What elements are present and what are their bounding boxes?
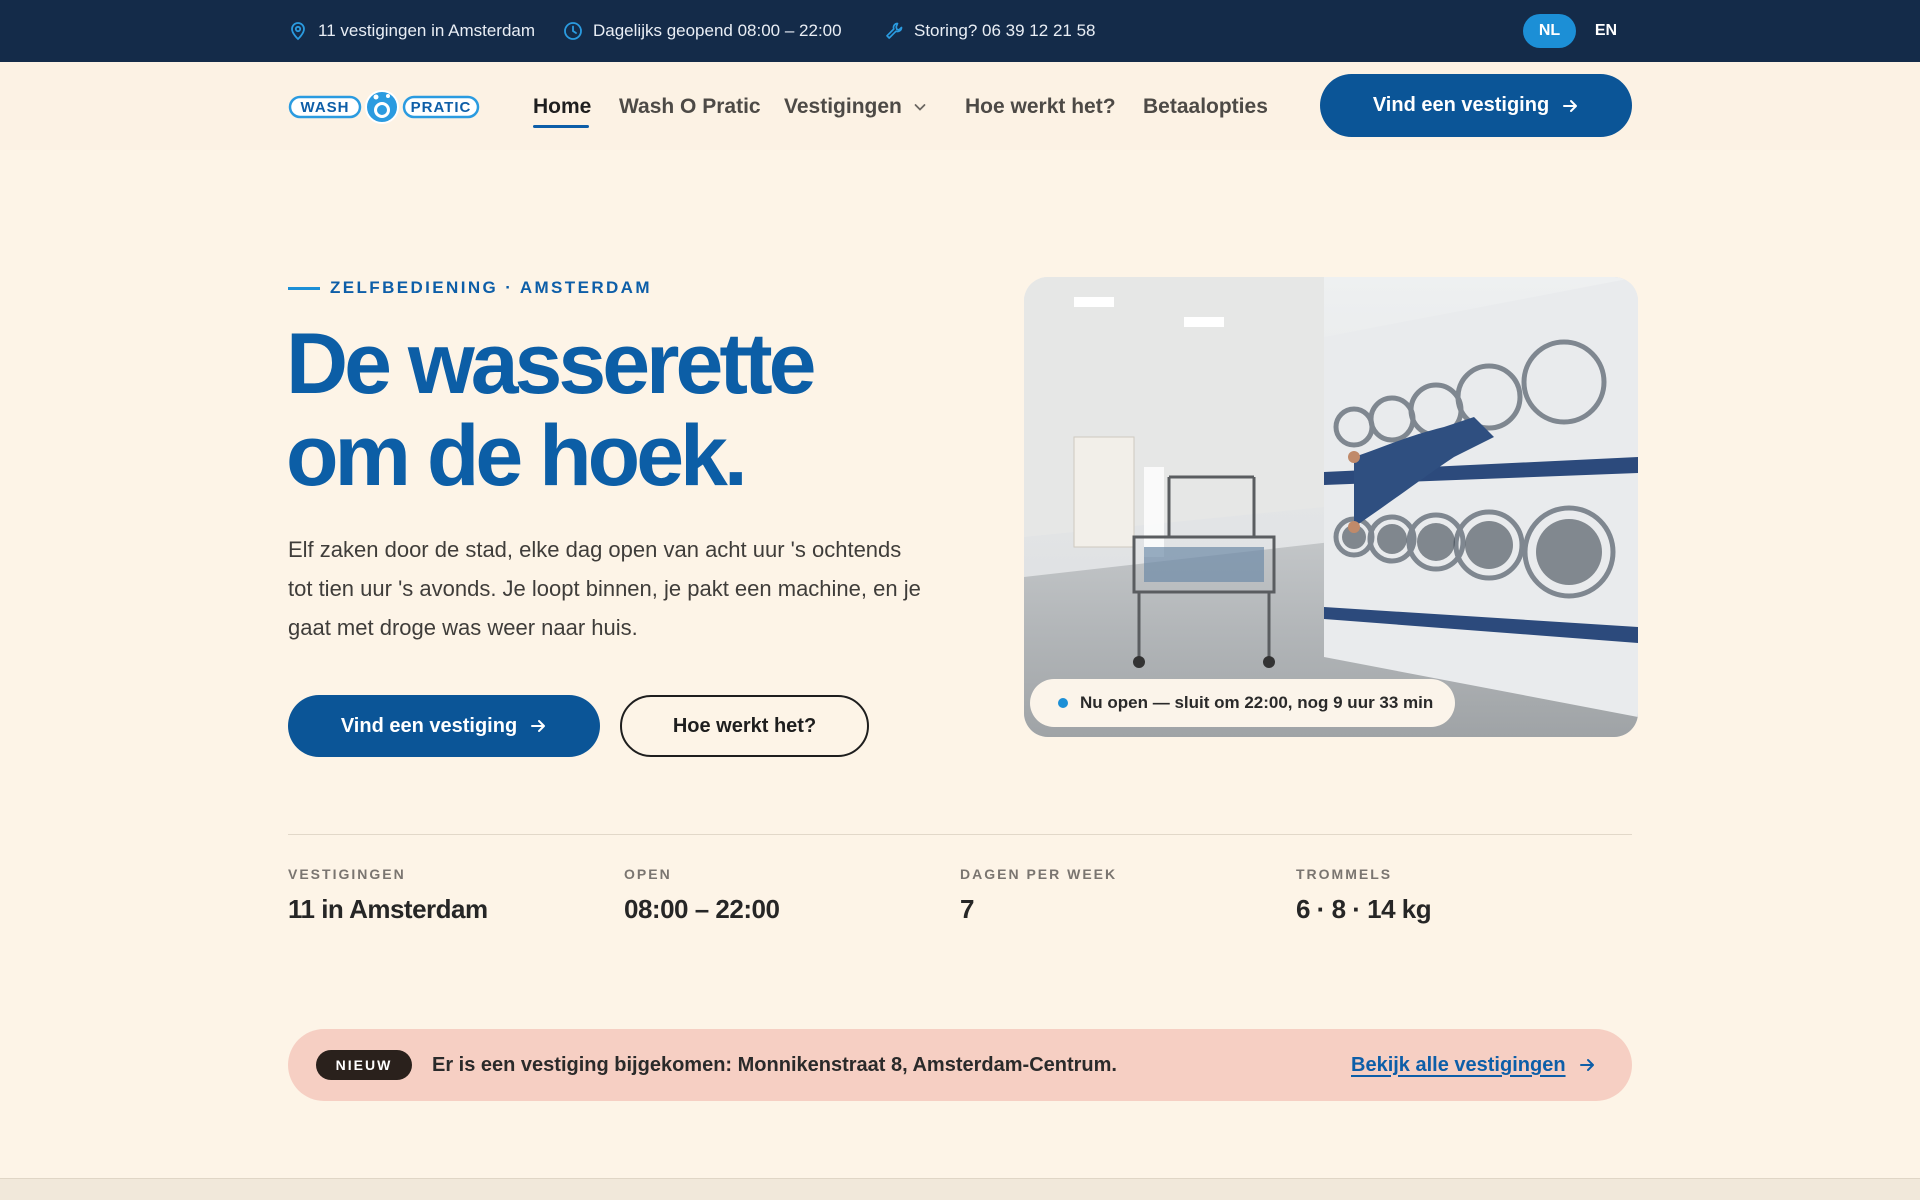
banner-link-label: Bekijk alle vestigingen <box>1351 1053 1566 1076</box>
hero-find-location-button[interactable]: Vind een vestiging <box>288 695 600 757</box>
stat-label: TROMMELS <box>1296 866 1393 882</box>
support-text: Storing? 06 39 12 21 58 <box>914 21 1096 40</box>
view-all-locations-link[interactable]: Bekijk alle vestigingen <box>1351 1029 1596 1101</box>
stat-days: DAGEN PER WEEK 7 <box>960 866 1280 925</box>
nav-vestigingen[interactable]: Vestigingen <box>784 90 928 124</box>
wash-o-pratic-logo[interactable]: WASH PRATIC <box>288 86 480 128</box>
stat-hours: OPEN 08:00 – 22:00 <box>624 866 944 925</box>
eyebrow-line <box>288 286 320 290</box>
logo-text-pratic: PRATIC <box>411 99 472 116</box>
next-section-edge <box>0 1178 1920 1200</box>
locations-text: 11 vestigingen in Amsterdam <box>318 21 536 40</box>
open-status-pill: Nu open — sluit om 22:00, nog 9 uur 33 m… <box>1030 679 1455 727</box>
clock-icon <box>564 22 582 40</box>
nav-hoe-werkt-het[interactable]: Hoe werkt het? <box>965 90 1116 124</box>
stat-label: VESTIGINGEN <box>288 866 406 882</box>
stat-value: 7 <box>960 894 974 924</box>
nav-betaalopties[interactable]: Betaalopties <box>1143 90 1268 124</box>
open-status-text: Nu open — sluit om 22:00, nog 9 uur 33 m… <box>1080 693 1434 712</box>
arrow-right-icon <box>1579 1059 1594 1071</box>
stat-locations: VESTIGINGEN 11 in Amsterdam <box>288 866 608 925</box>
logo-text-wash: WASH <box>301 99 350 116</box>
nav-wash-o-pratic[interactable]: Wash O Pratic <box>619 90 761 124</box>
nav-active-underline <box>533 125 589 128</box>
language-nl-button[interactable]: NL <box>1523 14 1576 48</box>
chevron-down-icon <box>914 104 926 111</box>
news-banner: NIEUW Er is een vestiging bijgekomen: Mo… <box>288 1029 1632 1101</box>
how-it-works-button[interactable]: Hoe werkt het? <box>620 695 869 757</box>
hero-title-line2: om de hoek. <box>286 408 748 504</box>
new-badge: NIEUW <box>316 1050 412 1080</box>
stat-label: DAGEN PER WEEK <box>960 866 1118 882</box>
hero-cta-label: Vind een vestiging <box>340 714 518 737</box>
stat-value: 11 in Amsterdam <box>288 894 488 924</box>
support-info[interactable]: Storing? 06 39 12 21 58 <box>884 0 1095 62</box>
stat-drums: TROMMELS 6 · 8 · 14 kg <box>1296 866 1616 925</box>
hero-title: De wasserette om de hoek. <box>286 318 926 502</box>
stat-value: 6 · 8 · 14 kg <box>1296 894 1432 924</box>
nav-home[interactable]: Home <box>533 90 591 124</box>
hero-title-line1: De wasserette <box>286 316 816 412</box>
header-find-location-button[interactable]: Vind een vestiging <box>1320 74 1632 137</box>
arrow-right-icon <box>1563 99 1578 112</box>
banner-message: Er is een vestiging bijgekomen: Monniken… <box>432 1053 1117 1076</box>
stat-value: 08:00 – 22:00 <box>624 894 780 924</box>
location-pin-icon <box>291 22 305 41</box>
main-header: WASH PRATIC Home Wash O Pratic Vestiging… <box>0 62 1920 150</box>
top-bar: 11 vestigingen in Amsterdam Dagelijks ge… <box>0 0 1920 62</box>
arrow-right-icon <box>531 720 546 732</box>
hours-text: Dagelijks geopend 08:00 – 22:00 <box>593 21 842 40</box>
nav-vestigingen-label: Vestigingen <box>784 95 902 118</box>
hero-description: Elf zaken door de stad, elke dag open va… <box>288 537 921 640</box>
stats-divider <box>288 834 1632 835</box>
eyebrow-text: ZELFBEDIENING · AMSTERDAM <box>330 278 652 297</box>
hero-eyebrow: ZELFBEDIENING · AMSTERDAM <box>288 276 652 300</box>
language-en-button[interactable]: EN <box>1583 14 1629 48</box>
stat-label: OPEN <box>624 866 672 882</box>
hours-info: Dagelijks geopend 08:00 – 22:00 <box>563 0 842 62</box>
locations-info: 11 vestigingen in Amsterdam <box>288 0 535 62</box>
wrench-icon <box>886 22 903 39</box>
header-cta-label: Vind een vestiging <box>1372 94 1550 116</box>
laundromat-photo <box>1024 277 1638 737</box>
open-status-dot <box>1058 698 1068 708</box>
